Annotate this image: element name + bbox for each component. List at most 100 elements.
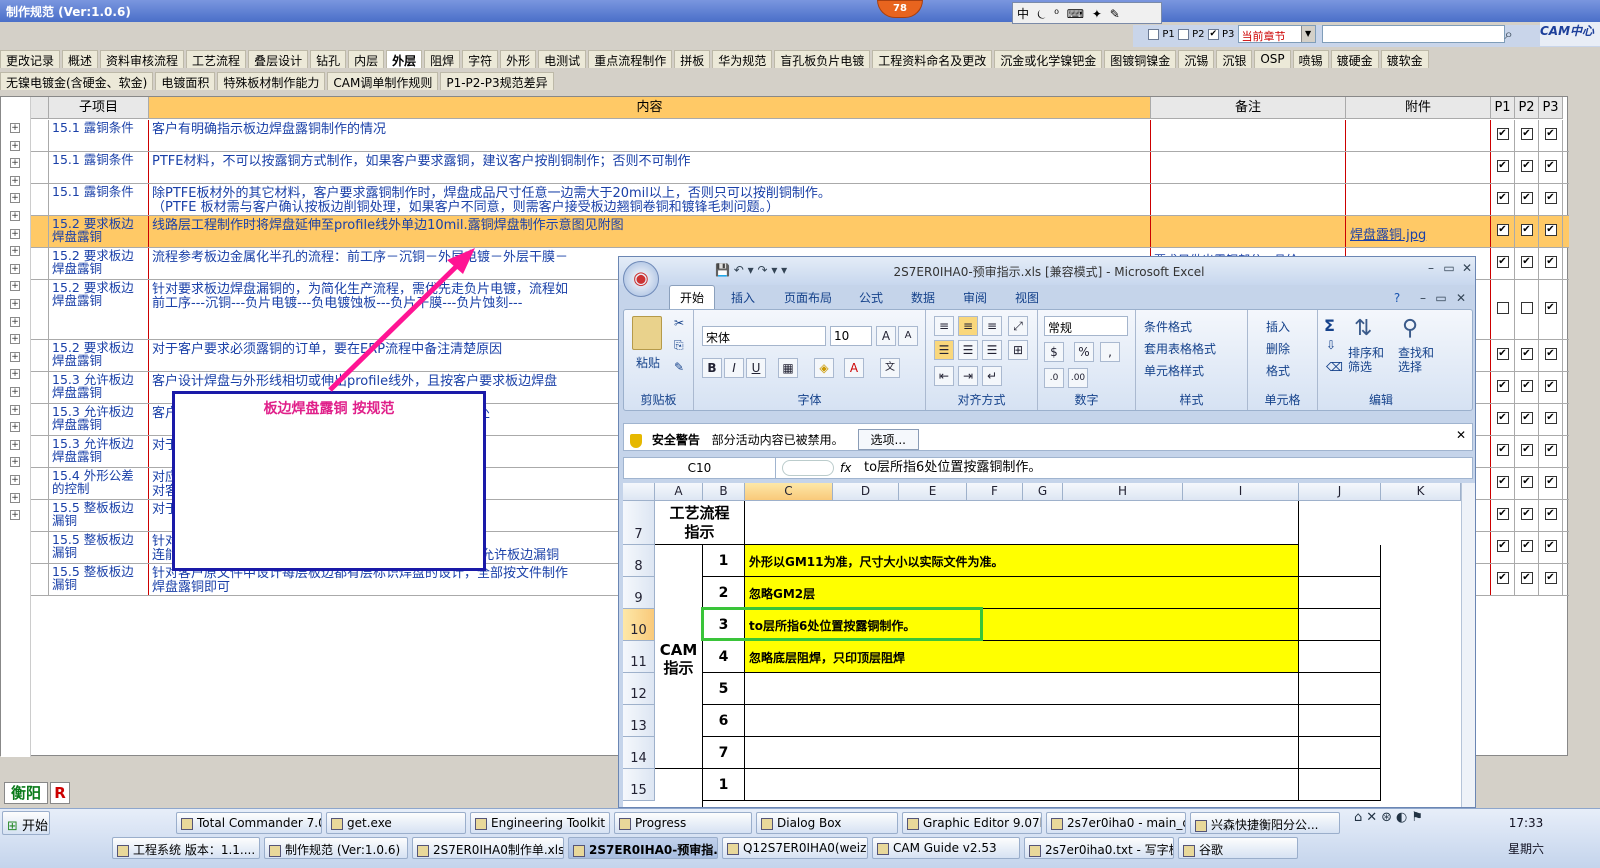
row-header[interactable]: 15 (623, 769, 655, 801)
minimize-icon[interactable]: – (1423, 261, 1439, 277)
remark-cell[interactable] (1151, 152, 1346, 183)
nav-tab-row1-0[interactable]: 更改记录 (0, 50, 61, 68)
taskbar-item[interactable]: Engineering Toolkit 9.... (470, 812, 610, 834)
site-label[interactable]: 衡阳 (4, 782, 48, 804)
p3-checkbox[interactable]: ✔ (1544, 508, 1557, 520)
nav-tab-row1-1[interactable]: 概述 (62, 50, 99, 68)
header-value-cell[interactable] (745, 501, 1299, 545)
nav-tab-row2-0[interactable]: 无镍电镀金(含硬金、软金) (0, 72, 154, 90)
column-header[interactable]: I (1183, 483, 1299, 501)
ime-toolbar[interactable]: 中 ⏾ ⁰ ⌨ ✦ ✎ (1012, 2, 1162, 24)
increase-decimal-icon[interactable]: .0 (1044, 368, 1064, 388)
header-p1[interactable]: P1 (1491, 97, 1515, 119)
expand-icon[interactable]: + (10, 492, 20, 503)
nav-tab-row1-6[interactable]: 内层 (348, 50, 385, 68)
currency-icon[interactable]: $ (1044, 342, 1064, 362)
formula-input[interactable]: to层所指6处位置按露铜制作。 (864, 458, 1041, 478)
p2-checkbox[interactable]: ✔ (1520, 256, 1533, 268)
underline-icon[interactable]: U (746, 358, 766, 378)
taskbar-item[interactable]: CAM Guide v2.53 (872, 837, 1020, 859)
formula-tools[interactable] (782, 460, 834, 476)
taskbar-item[interactable]: 2s7er0iha0 - main_qa (1046, 812, 1186, 834)
nav-tab-row1-15[interactable]: 盲孔板负片电镀 (774, 50, 871, 68)
worksheet[interactable]: A B C D E F G H I J K 7 8 9 10 11 12 13 14 15 工艺流程 指示 CAM 指示 1… (623, 483, 1461, 807)
excel-window[interactable]: 💾 ↶ ▾ ↷ ▾ ▾ 2S7ER0IHA0-预审指示.xls [兼容模式] -… (618, 256, 1476, 808)
taskbar-item[interactable]: 工程系统 版本：1.1.... (112, 837, 260, 859)
p1-checkbox[interactable]: ✔ (1496, 380, 1509, 392)
font-size-select[interactable]: 10 (830, 326, 872, 346)
system-tray[interactable]: ⌂✕⊛◐⚑ (1354, 810, 1492, 836)
row-header[interactable]: 10 (623, 609, 655, 641)
taskbar-item[interactable]: Progress (614, 812, 752, 834)
sort-filter-button[interactable]: 排序和 筛选 (1348, 346, 1384, 374)
j-cell[interactable] (1299, 705, 1381, 737)
expand-icon[interactable]: + (10, 475, 20, 485)
cam-label-cell[interactable]: CAM 指示 (655, 545, 703, 769)
header-content[interactable]: 内容 (149, 97, 1151, 119)
p2-checkbox[interactable]: ✔ (1520, 508, 1533, 520)
nav-tab-row1-17[interactable]: 沉金或化学镍钯金 (994, 50, 1103, 68)
p1-checkbox[interactable]: ✔ (1496, 192, 1509, 204)
expand-icon[interactable]: + (10, 193, 20, 204)
p2-checkbox[interactable]: ✔ (1520, 476, 1533, 488)
taskbar-item[interactable]: get.exe (326, 812, 466, 834)
expand-icon[interactable]: + (10, 299, 20, 309)
align-top-icon[interactable]: ≡ (934, 316, 954, 336)
taskbar-item[interactable]: 2s7er0iha0.txt - 写字板 (1024, 837, 1174, 859)
column-header[interactable]: C (745, 483, 833, 501)
table-row[interactable]: 15.1 露铜条件 PTFE材料，不可以按露铜方式制作，如果客户要求露铜，建议客户… (31, 152, 1569, 184)
conditional-format-button[interactable]: 条件格式 (1144, 318, 1192, 335)
p2-checkbox[interactable]: ✔ (1520, 380, 1533, 392)
bold-icon[interactable]: B (702, 358, 722, 378)
attachment-link[interactable] (1346, 120, 1491, 151)
column-header[interactable]: H (1063, 483, 1183, 501)
column-header[interactable]: D (833, 483, 899, 501)
r-button[interactable]: R (50, 782, 70, 804)
expand-icon[interactable]: + (10, 351, 20, 362)
expand-icon[interactable]: + (10, 175, 20, 186)
tab-review[interactable]: 审阅 (963, 289, 987, 306)
expand-icon[interactable]: + (10, 263, 20, 274)
item-number-cell[interactable]: 5 (703, 673, 745, 705)
doc-close-icon[interactable]: ✕ (1453, 291, 1469, 307)
nav-tab-row1-14[interactable]: 华为规范 (712, 50, 773, 68)
nav-tab-row1-22[interactable]: 喷锡 (1292, 50, 1329, 68)
p1-checkbox[interactable]: ✔ (1496, 224, 1509, 236)
chapter-select[interactable]: 当前章节 ▼ (1237, 25, 1316, 43)
nav-tab-row1-7[interactable]: 外层 (386, 50, 423, 68)
j-cell[interactable] (1299, 769, 1381, 801)
item-cell[interactable]: 15.4 外形公差的控制 (49, 468, 149, 499)
align-bottom-icon[interactable]: ≡ (982, 316, 1002, 336)
tab-data[interactable]: 数据 (911, 289, 935, 306)
vertical-scrollbar[interactable] (1461, 483, 1475, 807)
row-selector[interactable] (31, 120, 49, 151)
copy-icon[interactable]: ⎘ (674, 338, 684, 353)
grow-font-icon[interactable]: A (876, 326, 896, 346)
p3-checkbox[interactable]: ✔ (1544, 348, 1557, 360)
row-selector[interactable] (31, 532, 49, 563)
paste-button[interactable]: 粘贴 (636, 354, 660, 371)
nav-tab-row1-9[interactable]: 字符 (462, 50, 499, 68)
item-cell[interactable]: 15.1 露铜条件 (49, 184, 149, 215)
j-cell[interactable] (1299, 641, 1381, 673)
row-header[interactable]: 7 (623, 501, 655, 545)
p1-checkbox[interactable]: ✔ (1496, 476, 1509, 488)
p2-checkbox[interactable]: ✔ (1520, 160, 1533, 172)
expand-icon[interactable]: + (10, 422, 20, 433)
p3-checkbox[interactable]: ✔ (1544, 224, 1557, 236)
item-number-cell[interactable]: 4 (703, 641, 745, 673)
column-header[interactable]: G (1023, 483, 1063, 501)
p3-checkbox[interactable]: ✔ (1544, 256, 1557, 268)
column-header[interactable]: J (1299, 483, 1381, 501)
remark-cell[interactable] (1151, 216, 1346, 247)
nav-tab-row1-4[interactable]: 叠层设计 (248, 50, 309, 68)
nav-tab-row2-2[interactable]: 特殊板材制作能力 (217, 72, 326, 90)
nav-tab-row1-11[interactable]: 电测试 (538, 50, 587, 68)
row-selector[interactable] (31, 468, 49, 499)
tab-page-layout[interactable]: 页面布局 (784, 289, 832, 306)
instruction-cell[interactable] (745, 769, 1299, 801)
instruction-cell[interactable]: 忽略底层阻焊，只印顶层阻焊 (745, 641, 1299, 673)
doc-restore-icon[interactable]: ▭ (1433, 291, 1449, 307)
table-row[interactable]: 15.2 要求板边焊盘露铜 线路层工程制作时将焊盘延伸至profile线外单边10… (31, 216, 1569, 248)
item-cell[interactable]: 15.2 要求板边焊盘露铜 (49, 248, 149, 279)
